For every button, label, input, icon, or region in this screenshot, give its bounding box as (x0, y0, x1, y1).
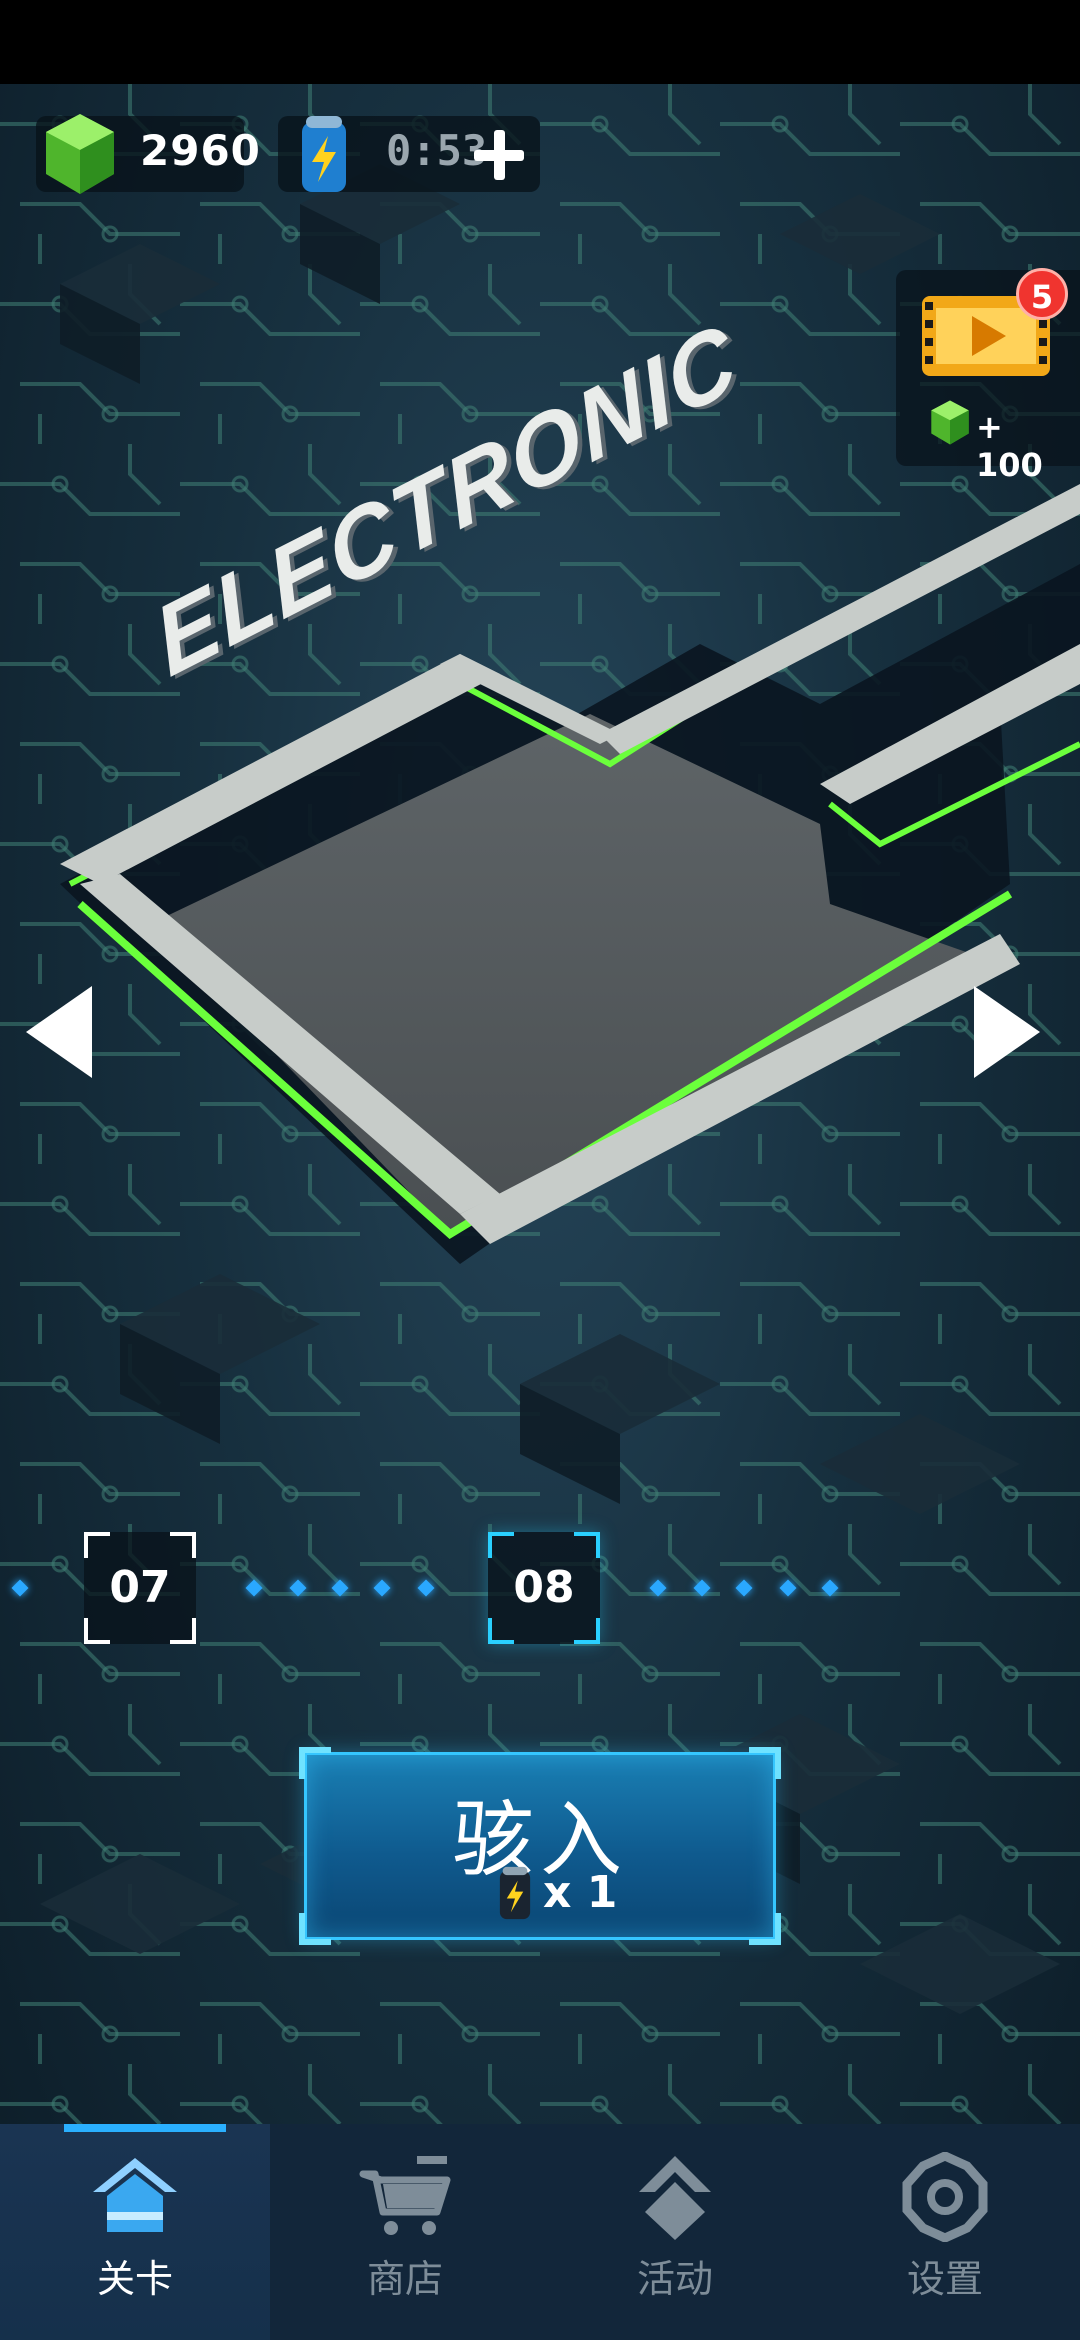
energy-timer: 0:53 (386, 126, 488, 175)
nav-label: 活动 (636, 2257, 713, 2301)
battery-icon (302, 116, 346, 192)
level-number: 07 (109, 1562, 171, 1613)
hack-start-button[interactable]: 骇入 x 1 (299, 1747, 781, 1945)
nav-label: 商店 (366, 2257, 443, 2301)
nav-label: 设置 (906, 2257, 983, 2301)
bottom-nav: 关卡 商店 活动 设置 (0, 2124, 1080, 2340)
reward-amount: + 100 (976, 408, 1043, 484)
start-label: 骇入 (451, 1793, 628, 1888)
level-07-button[interactable]: 07 (84, 1532, 196, 1644)
nav-item-shop[interactable]: 商店 (270, 2124, 540, 2340)
diamond-icon (639, 2156, 711, 2240)
cart-icon (359, 2156, 451, 2235)
level-08-button[interactable]: 08 (488, 1532, 600, 1644)
energy-cost: x 1 (543, 1867, 618, 1918)
reward-gem-icon (931, 400, 969, 445)
previous-level-arrow[interactable] (26, 986, 92, 1078)
gem-icon (46, 114, 114, 194)
battery-icon (499, 1866, 531, 1920)
level-number: 08 (513, 1562, 575, 1613)
gear-icon (902, 2152, 988, 2242)
nav-item-settings[interactable]: 设置 (810, 2124, 1080, 2340)
nav-label: 关卡 (96, 2257, 173, 2301)
nav-item-levels[interactable]: 关卡 (0, 2124, 270, 2340)
status-bar (0, 0, 1080, 84)
home-icon (93, 2158, 177, 2232)
gem-count: 2960 (140, 126, 261, 175)
add-energy-button[interactable] (474, 130, 524, 180)
game-screen: 2960 0:53 5 + 100 ELECTRONIC 07 08 骇入 x … (0, 0, 1080, 2340)
nav-item-events[interactable]: 活动 (540, 2124, 810, 2340)
next-level-arrow[interactable] (974, 986, 1040, 1078)
active-indicator (64, 2124, 226, 2132)
notification-badge: 5 (1016, 268, 1068, 320)
